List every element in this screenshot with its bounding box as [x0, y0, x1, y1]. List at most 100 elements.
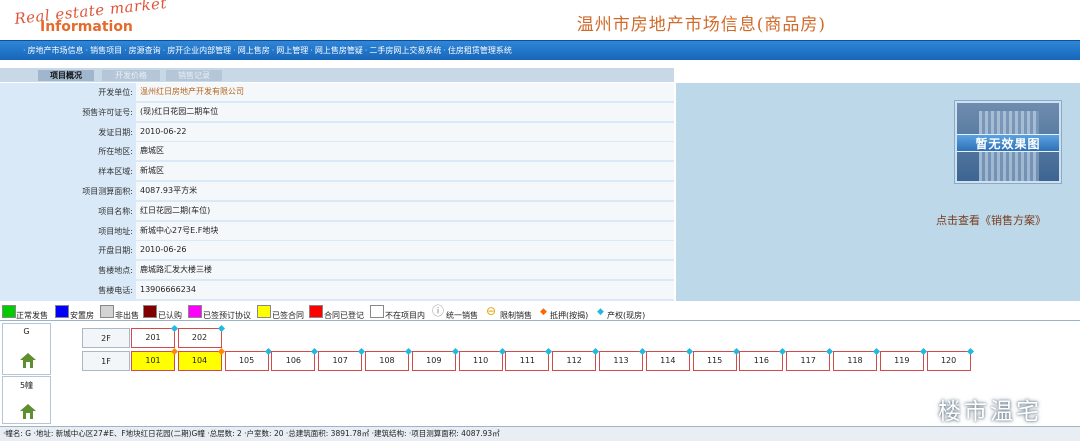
unit-cell[interactable]: 202: [177, 324, 225, 348]
unit-cell[interactable]: 201: [131, 324, 179, 348]
tab-project-overview[interactable]: 项目概况: [38, 70, 94, 81]
unit-cell[interactable]: 115: [692, 347, 740, 371]
info-row: 售楼电话: 13906666234: [0, 281, 674, 300]
legend-recognized: 已认购: [158, 311, 182, 320]
promo-panel: 暂无效果图 点击查看《销售方案》: [676, 83, 1080, 301]
unit-cell[interactable]: 113: [599, 347, 647, 371]
nav-item[interactable]: 住房租赁管理系统: [447, 41, 513, 60]
unit-number: 115: [706, 356, 723, 365]
legend-swatch-resettle: [55, 305, 69, 318]
unit-number: 109: [426, 356, 442, 365]
info-value: 2010-06-22: [136, 122, 674, 141]
unit-number: 116: [753, 356, 770, 365]
info-value: 新城区: [136, 162, 674, 181]
main-nav: · 房地产市场信息 · 销售项目 · 房源查询 · 房开企业内部管理 · 网上售房 · 网上管理 · 网上…: [0, 40, 1080, 60]
info-label: 售楼电话:: [98, 286, 133, 295]
unit-number: 101: [145, 356, 161, 365]
house-icon: [20, 353, 36, 368]
legend-mortgage: 抵押(按揭): [550, 311, 589, 320]
info-row: 所在地区: 鹿城区: [0, 142, 674, 161]
nav-item[interactable]: 网上售房管疑: [314, 41, 364, 60]
unit-number: 107: [332, 356, 348, 365]
info-label: 发证日期:: [98, 127, 133, 137]
info-row: 预售许可证号: (现)红日花园二期车位: [0, 102, 674, 122]
info-row: 样本区域: 新城区: [0, 162, 674, 181]
house-icon: [20, 404, 36, 419]
legend-swatch-contracted: [257, 305, 271, 318]
unit-cell[interactable]: 110: [458, 347, 506, 371]
info-value: 红日花园二期(车位): [136, 201, 674, 220]
info-row: 项目测算面积: 4087.93平方米: [0, 182, 674, 201]
floor-label: 1F: [82, 351, 130, 371]
unit-cell[interactable]: 120: [926, 347, 974, 371]
unit-cell[interactable]: 109: [411, 347, 459, 371]
legend-property-right: 产权(现房): [607, 311, 646, 320]
nav-spacer: [0, 60, 1080, 68]
restricted-sale-icon: ⊖: [486, 304, 497, 318]
tab-sales-record[interactable]: 销售记录: [166, 70, 222, 81]
unit-number: 111: [519, 356, 536, 365]
building-card-g[interactable]: G: [2, 323, 51, 375]
unit-cell[interactable]: 118: [833, 347, 881, 371]
nav-item[interactable]: 网上售房: [237, 41, 271, 60]
legend-restricted-sale: 限制销售: [500, 311, 532, 320]
info-label: 售楼地点:: [98, 266, 133, 276]
unit-cell[interactable]: 117: [786, 347, 834, 371]
unit-cell[interactable]: 106: [271, 347, 319, 371]
unit-number: 202: [191, 333, 208, 342]
nav-item[interactable]: 销售项目: [89, 41, 123, 60]
watermark: 楼市温宅: [938, 399, 1042, 425]
unit-cell[interactable]: 101: [131, 347, 179, 371]
status-legend: 正常发售 安置房 非出售 已认购 已签预订协议 已签合同 合同已登记 不在项目内…: [0, 303, 1080, 321]
nav-item[interactable]: 网上管理: [275, 41, 309, 60]
floor-label: 2F: [82, 328, 130, 348]
nav-item[interactable]: 房源查询: [128, 41, 162, 60]
unit-number: 110: [472, 356, 489, 365]
info-row: 开发单位: 温州红日房地产开发有限公司: [0, 83, 674, 102]
sales-plan-link[interactable]: 点击查看《销售方案》: [936, 212, 1046, 228]
logo-line2: Information: [40, 19, 133, 35]
legend-not-for-sale: 非出售: [115, 311, 139, 320]
property-diamond-icon: [217, 324, 225, 333]
nav-item[interactable]: 二手房网上交易系统: [368, 41, 442, 60]
unit-cell[interactable]: 116: [739, 347, 787, 371]
unit-cell[interactable]: 107: [318, 347, 366, 371]
unit-cell[interactable]: 114: [645, 347, 693, 371]
info-value: 鹿城路汇发大楼三楼: [136, 261, 674, 280]
legend-contracted: 已签合同: [272, 311, 304, 320]
info-value: 新城中心27号E.F地块: [136, 221, 674, 240]
unit-cell[interactable]: 112: [552, 347, 600, 371]
unit-cell[interactable]: 108: [365, 347, 413, 371]
legend-resettle: 安置房: [70, 311, 94, 320]
tab-bar: 项目概况 开发价格 销售记录: [0, 68, 674, 82]
info-row: 开盘日期: 2010-06-26: [0, 241, 674, 260]
info-label: 所在地区:: [98, 147, 133, 157]
info-label: 项目名称:: [98, 206, 133, 216]
info-value: 2010-06-26: [136, 241, 674, 260]
building-name: G: [23, 327, 30, 336]
unit-number: 108: [379, 356, 395, 365]
unit-number: 117: [800, 356, 816, 365]
info-value: (现)红日花园二期车位: [136, 102, 674, 121]
no-image-label: 暂无效果图: [957, 134, 1059, 152]
site-title: 温州市房地产市场信息(商品房): [576, 15, 826, 35]
tab-development-price[interactable]: 开发价格: [102, 70, 160, 81]
unit-cell[interactable]: 119: [879, 347, 927, 371]
unit-cell[interactable]: 111: [505, 347, 553, 371]
effect-image-placeholder[interactable]: 暂无效果图: [955, 101, 1061, 183]
unit-cell[interactable]: 104: [177, 347, 225, 371]
info-value: 13906666234: [136, 281, 674, 299]
unit-number: 120: [940, 356, 957, 365]
info-value[interactable]: 温州红日房地产开发有限公司: [136, 83, 674, 101]
unit-number: 114: [660, 356, 676, 365]
header: Real estate market Information 温州市房地产市场信…: [0, 0, 1080, 40]
legend-contract-registered: 合同已登记: [324, 311, 364, 320]
info-row: 项目名称: 红日花园二期(车位): [0, 201, 674, 221]
unit-number: 118: [847, 356, 863, 365]
site-logo[interactable]: Real estate market Information: [13, 0, 167, 38]
nav-item[interactable]: 房开企业内部管理: [166, 41, 232, 60]
unit-cell[interactable]: 105: [224, 347, 272, 371]
building-card-5[interactable]: 5幢: [2, 376, 51, 424]
nav-item[interactable]: 房地产市场信息: [27, 41, 85, 60]
unit-number: 112: [566, 356, 582, 365]
